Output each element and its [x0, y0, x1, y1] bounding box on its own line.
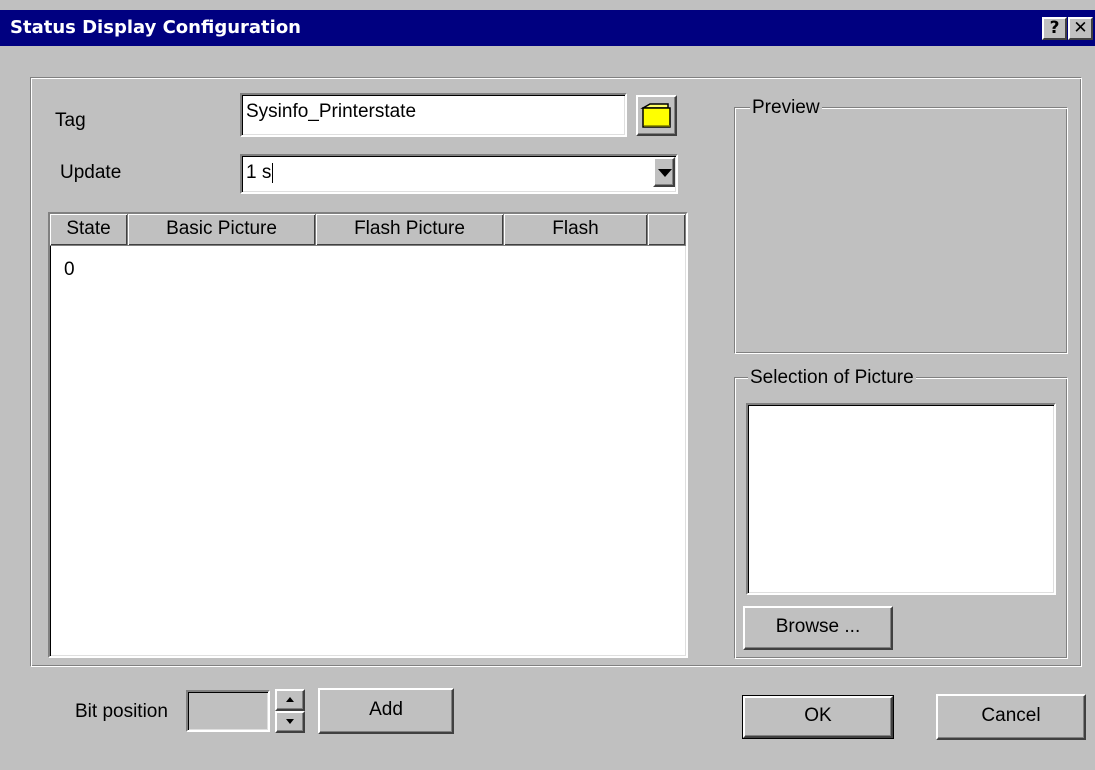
- update-label: Update: [60, 162, 122, 183]
- text-cursor: [272, 162, 274, 183]
- state-table[interactable]: State Basic Picture Flash Picture Flash …: [48, 212, 688, 658]
- window-title: Status Display Configuration: [10, 17, 301, 38]
- update-select[interactable]: 1 s: [240, 154, 678, 194]
- chevron-down-icon: [658, 169, 672, 177]
- help-button[interactable]: ?: [1042, 17, 1067, 40]
- preview-group: [734, 107, 1068, 354]
- row-state-cell: 0: [64, 259, 75, 280]
- column-header-flash-picture[interactable]: Flash Picture: [316, 214, 504, 246]
- tag-value: Sysinfo_Printerstate: [246, 101, 417, 122]
- browse-label: Browse ...: [775, 616, 861, 637]
- folder-icon: [640, 103, 671, 128]
- add-label: Add: [369, 699, 403, 720]
- tag-input[interactable]: Sysinfo_Printerstate: [240, 93, 627, 137]
- column-header-basic-picture[interactable]: Basic Picture: [128, 214, 316, 246]
- selection-legend: Selection of Picture: [748, 367, 916, 389]
- bit-position-label: Bit position: [75, 701, 168, 722]
- browse-button[interactable]: Browse ...: [743, 606, 893, 650]
- spin-up-button[interactable]: [275, 689, 305, 711]
- spin-down-icon: [286, 719, 294, 724]
- preview-legend: Preview: [750, 97, 822, 119]
- help-icon: ?: [1049, 18, 1060, 38]
- spin-down-button[interactable]: [275, 711, 305, 733]
- column-header-filler: [648, 214, 686, 246]
- spin-up-icon: [286, 697, 294, 702]
- close-icon: ✕: [1073, 18, 1088, 38]
- close-button[interactable]: ✕: [1068, 17, 1093, 40]
- tag-label: Tag: [55, 110, 86, 131]
- ok-button[interactable]: OK: [742, 695, 894, 739]
- add-button[interactable]: Add: [318, 688, 454, 734]
- table-row[interactable]: 0: [50, 250, 686, 280]
- column-header-state[interactable]: State: [50, 214, 128, 246]
- picture-list[interactable]: [746, 403, 1056, 595]
- bit-position-input[interactable]: [186, 690, 270, 732]
- title-bar: Status Display Configuration ? ✕: [0, 10, 1095, 46]
- browse-tag-button[interactable]: [636, 95, 677, 136]
- update-dropdown-button[interactable]: [653, 157, 675, 187]
- cancel-button[interactable]: Cancel: [936, 694, 1086, 740]
- column-header-flash[interactable]: Flash: [504, 214, 648, 246]
- update-value: 1 s: [246, 162, 272, 183]
- cancel-label: Cancel: [981, 705, 1041, 726]
- ok-label: OK: [804, 705, 832, 726]
